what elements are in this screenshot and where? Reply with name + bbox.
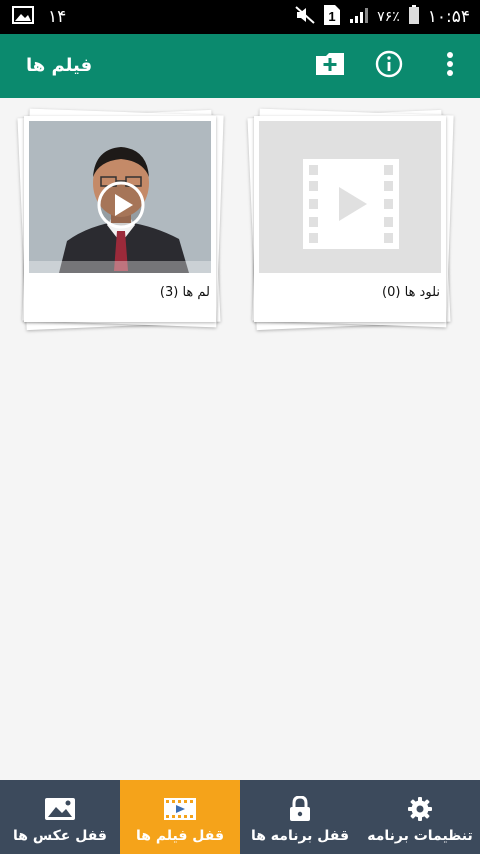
status-bar: ۱۴ 1 ٧۶٪ ۱۰:۵۴ (0, 0, 480, 34)
image-icon (0, 796, 120, 822)
album-card[interactable]: لم ها (3) (17, 108, 224, 332)
app-bar: فیلم ها (0, 34, 480, 98)
more-vert-icon (446, 51, 454, 81)
album-label: لم ها (3) (159, 285, 210, 300)
nav-tab-photo-lock[interactable]: قفل عکس ها (0, 780, 120, 854)
battery-percent: ٧۶٪ (377, 9, 400, 25)
page-title: فیلم ها (26, 55, 93, 76)
info-button[interactable] (369, 46, 409, 86)
bottom-navigation: قفل عکس ها قفل فیلم ها قفل برنامه ها تنظ… (0, 780, 480, 854)
gallery-notification-icon (12, 6, 34, 28)
nav-label: قفل عکس ها (13, 828, 107, 844)
nav-tab-video-lock[interactable]: قفل فیلم ها (120, 780, 240, 854)
mute-icon (295, 6, 315, 28)
nav-tab-settings[interactable]: تنظیمات برنامه (360, 780, 480, 854)
album-label: نلود ها (0) (382, 285, 440, 300)
sim-icon: 1 (323, 4, 341, 30)
overflow-menu-button[interactable] (430, 46, 470, 86)
lock-icon (240, 796, 360, 822)
info-icon (375, 50, 403, 82)
album-thumbnail (259, 121, 441, 273)
notification-count: ۱۴ (48, 7, 67, 27)
clock: ۱۰:۵۴ (427, 7, 470, 27)
nav-label: قفل فیلم ها (135, 828, 225, 844)
add-folder-icon (315, 52, 345, 80)
sim-label: 1 (329, 9, 336, 24)
add-folder-button[interactable] (310, 46, 350, 86)
gear-icon (360, 796, 480, 822)
album-grid: لم ها (3) نلود ها (0) (0, 98, 480, 780)
play-icon (96, 180, 146, 234)
signal-icon (349, 6, 369, 28)
film-icon (120, 796, 240, 822)
nav-label: قفل برنامه ها (250, 828, 350, 844)
album-card[interactable]: نلود ها (0) (247, 108, 454, 332)
nav-tab-app-lock[interactable]: قفل برنامه ها (240, 780, 360, 854)
video-placeholder-icon (303, 159, 399, 253)
battery-icon (408, 5, 420, 29)
nav-label: تنظیمات برنامه (367, 828, 473, 844)
